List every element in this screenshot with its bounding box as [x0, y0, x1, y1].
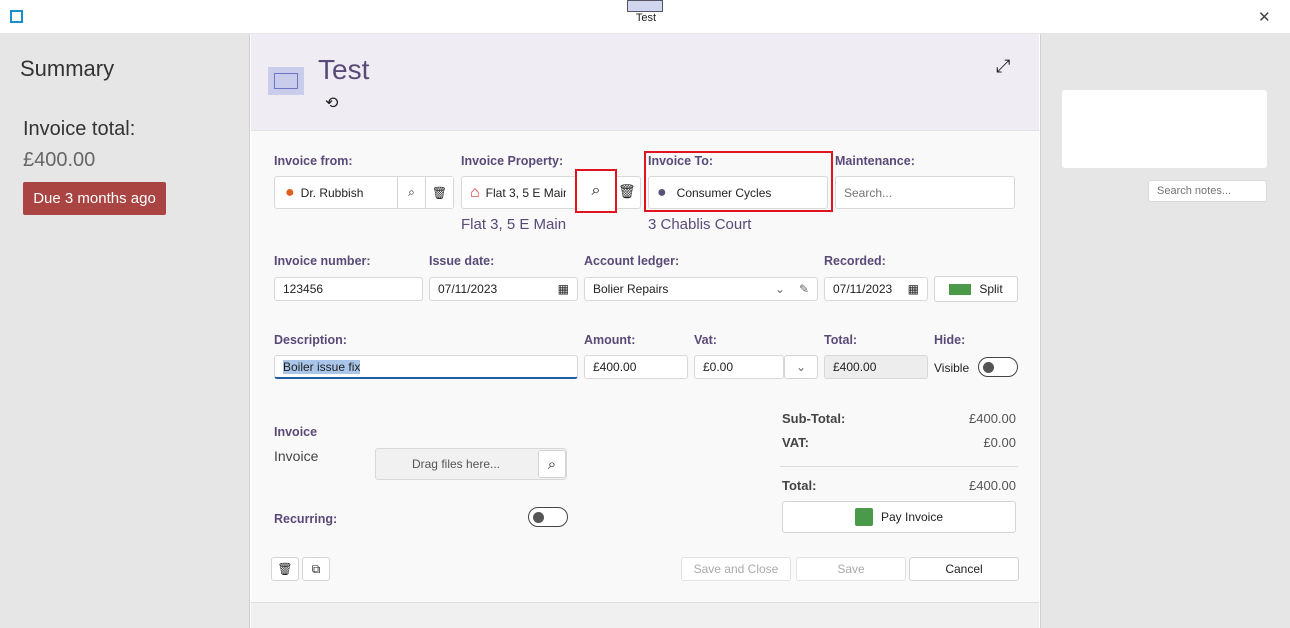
bottom-strip [251, 602, 1039, 628]
notes-panel [1040, 34, 1290, 628]
vat-total-label: VAT: [782, 435, 809, 450]
save-and-close-button[interactable]: Save and Close [681, 557, 791, 581]
vat-input[interactable]: £0.00 [694, 355, 784, 379]
recorded-date-value: 07/11/2023 [833, 282, 893, 296]
subtotal-value: £400.00 [969, 411, 1016, 426]
due-badge: Due 3 months ago [23, 182, 166, 215]
invoice-to-label: Invoice To: [648, 154, 714, 168]
account-ledger-label: Account ledger: [584, 254, 680, 268]
expand-icon[interactable]: ⤢ [996, 56, 1010, 77]
grand-total-label: Total: [782, 478, 817, 493]
person-avatar-icon: ● [657, 183, 667, 201]
summary-heading: Summary [20, 56, 115, 81]
maintenance-label: Maintenance: [835, 154, 915, 168]
invoice-to-value: Consumer Cycles [676, 185, 772, 200]
pay-invoice-label: Pay Invoice [880, 510, 944, 524]
invoice-number-input[interactable]: 123456 [274, 277, 423, 301]
chevron-down-icon[interactable]: ⌄ [775, 282, 785, 296]
vat-dropdown-button[interactable]: ⌄ [784, 355, 818, 379]
recorded-label: Recorded: [824, 254, 886, 268]
account-ledger-value: Bolier Repairs [593, 282, 669, 296]
hide-label: Hide: [934, 333, 966, 347]
title-drag-handle[interactable] [627, 0, 663, 12]
pay-money-icon [854, 508, 873, 526]
issue-date-label: Issue date: [429, 254, 495, 268]
invoice-property-subtext: Flat 3, 5 E Main [461, 216, 567, 233]
hide-state-text: Visible [934, 361, 970, 375]
vat-label: Vat: [694, 333, 717, 347]
edit-pencil-icon[interactable]: ✎ [799, 282, 809, 296]
invoice-from-value: Dr. Rubbish [300, 185, 364, 200]
invoice-from-field[interactable]: ● Dr. Rubbish ⌕ 🗑 [274, 176, 454, 209]
invoice-heading: Invoice [274, 425, 318, 439]
invoice-icon [268, 67, 304, 95]
invoice-total-value: £400.00 [23, 149, 96, 171]
description-value: Boiler issue fix [283, 359, 361, 374]
description-input[interactable]: Boiler issue fix [274, 355, 578, 379]
subtotal-label: Sub-Total: [782, 411, 846, 426]
amount-label: Amount: [584, 333, 636, 347]
pay-invoice-button[interactable]: Pay Invoice [782, 501, 1016, 533]
maintenance-search-input[interactable] [835, 176, 1015, 209]
drop-placeholder: Drag files here... [411, 457, 501, 471]
notes-area[interactable] [1062, 90, 1267, 168]
search-notes-input[interactable] [1148, 180, 1267, 202]
invoice-to-subtext: 3 Chablis Court [648, 216, 752, 233]
recurring-toggle[interactable] [528, 507, 568, 527]
invoice-property-value: Flat 3, 5 E Main [485, 185, 566, 200]
issue-date-input[interactable]: 07/11/2023 ▦ [429, 277, 578, 301]
invoice-label: Invoice [274, 448, 319, 464]
search-icon[interactable]: ⌕ [397, 177, 425, 208]
total-field: £400.00 [824, 355, 928, 379]
account-ledger-select[interactable]: Bolier Repairs ⌄ ✎ [584, 277, 818, 301]
description-label: Description: [274, 333, 347, 347]
history-icon[interactable]: ⟲ [325, 93, 338, 113]
copy-button[interactable]: ⧉ [302, 557, 330, 581]
file-search-button[interactable]: ⌕ [538, 450, 566, 478]
property-search-button[interactable]: ⌕ [575, 169, 617, 213]
invoice-property-label: Invoice Property: [461, 154, 564, 168]
app-icon [10, 10, 23, 23]
window-title: Test [635, 12, 657, 24]
invoice-total-label: Invoice total: [23, 118, 136, 140]
split-label: Split [979, 282, 1003, 296]
worker-avatar-icon: ● [285, 183, 295, 201]
cancel-button[interactable]: Cancel [909, 557, 1019, 581]
invoice-from-label: Invoice from: [274, 154, 353, 168]
recorded-date-input[interactable]: 07/11/2023 ▦ [824, 277, 928, 301]
split-button[interactable]: Split [934, 276, 1018, 302]
total-label: Total: [824, 333, 858, 347]
invoice-number-label: Invoice number: [274, 254, 371, 268]
house-icon: ⌂ [470, 183, 480, 201]
property-delete-icon[interactable]: 🗑 [618, 183, 636, 200]
delete-button[interactable]: 🗑 [271, 557, 299, 581]
invoice-to-field[interactable]: ● Consumer Cycles [648, 176, 828, 209]
delete-icon[interactable]: 🗑 [425, 177, 453, 208]
title-bar: Test ✕ [0, 0, 1290, 34]
save-button[interactable]: Save [796, 557, 906, 581]
summary-panel: Summary Invoice total: £400.00 Due 3 mon… [0, 34, 250, 628]
page-title: Test [318, 54, 370, 85]
grand-total-value: £400.00 [969, 478, 1016, 493]
calendar-icon[interactable]: ▦ [558, 282, 569, 296]
totals-divider [780, 466, 1018, 467]
calendar-icon[interactable]: ▦ [908, 282, 919, 296]
vat-total-value: £0.00 [983, 435, 1016, 450]
close-icon[interactable]: ✕ [1258, 8, 1271, 26]
issue-date-value: 07/11/2023 [438, 282, 498, 296]
amount-input[interactable]: £400.00 [584, 355, 688, 379]
recurring-label: Recurring: [274, 512, 338, 526]
hide-toggle[interactable] [978, 357, 1018, 377]
header: Test ⟲ ⤢ [251, 34, 1039, 131]
money-icon [949, 283, 972, 295]
